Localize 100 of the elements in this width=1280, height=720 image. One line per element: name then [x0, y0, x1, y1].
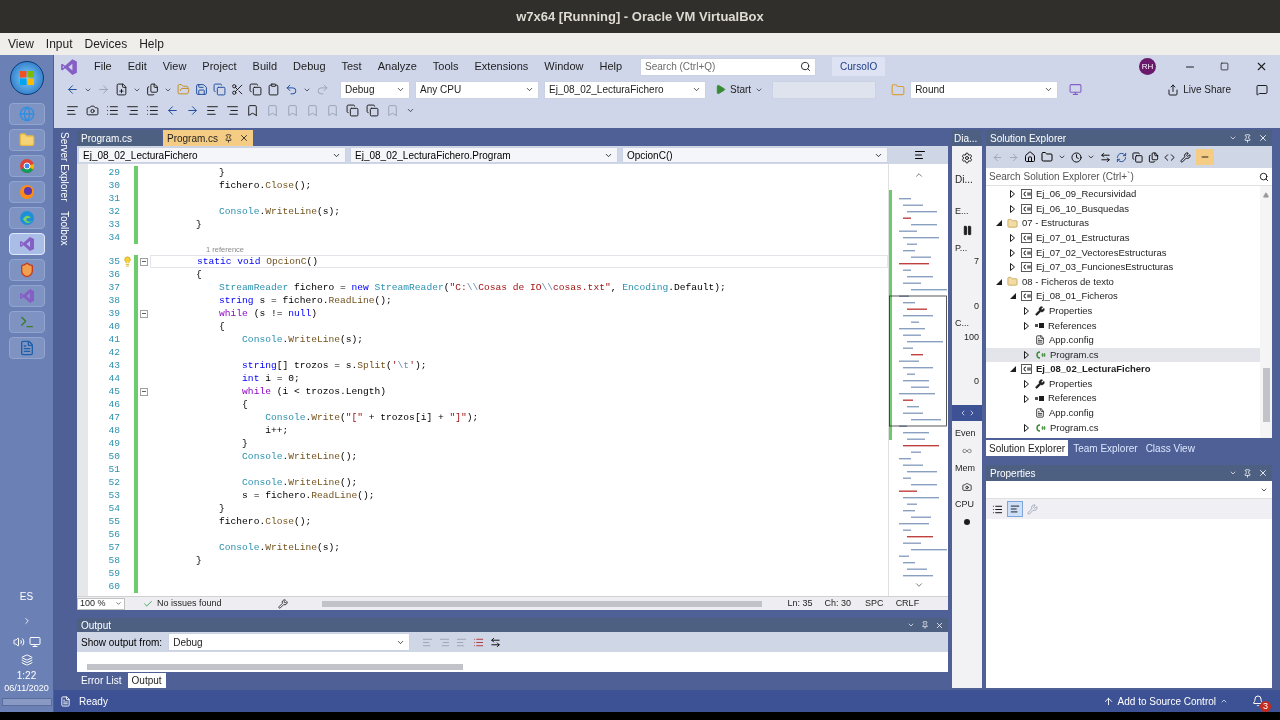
menu-item[interactable]: Extensions [466, 56, 537, 77]
tree-item[interactable]: Ej_07_01_Estructuras [986, 230, 1260, 246]
pin-icon[interactable] [1243, 468, 1252, 478]
caret-icon[interactable] [1229, 134, 1237, 142]
panel-tab[interactable]: Solution Explorer [986, 440, 1069, 456]
menu-item[interactable]: Test [333, 56, 370, 77]
menu-item[interactable]: Tools [424, 56, 467, 77]
menu-item[interactable]: View [3, 35, 39, 53]
clipboard-icon[interactable] [267, 83, 280, 96]
tree-item[interactable]: Ej_08_01_Ficheros [986, 289, 1260, 304]
back-icon[interactable] [66, 83, 79, 96]
zoom-dropdown[interactable]: 100 % [77, 597, 125, 610]
taskbar-button[interactable] [8, 129, 45, 151]
collapsed-arrow-icon[interactable] [1010, 248, 1015, 257]
start-button[interactable]: Start [711, 80, 768, 99]
diagnostics-tab[interactable]: Even [952, 426, 982, 440]
collapse-icon[interactable] [140, 257, 148, 266]
camera-icon[interactable] [962, 481, 972, 492]
panel-tab[interactable]: Output [127, 673, 166, 688]
monitor-icon[interactable] [28, 636, 41, 648]
editor-tab[interactable]: Program.cs [77, 130, 161, 146]
scrollbar-thumb[interactable] [1262, 368, 1270, 422]
close-icon[interactable] [239, 133, 250, 143]
menu-item[interactable]: Project [194, 56, 245, 77]
section-heading[interactable]: C... [952, 317, 982, 331]
search-field[interactable]: Search Solution Explorer (Ctrl+`) [986, 168, 1272, 186]
section-heading[interactable]: P... [952, 241, 982, 255]
caret-icon[interactable] [1087, 153, 1095, 161]
navigation-dropdown[interactable]: OpcionC() [622, 147, 888, 163]
collapsed-arrow-icon[interactable] [1010, 263, 1015, 272]
scroll-up-icon[interactable] [1263, 192, 1269, 198]
sync-icon[interactable] [1100, 151, 1111, 163]
output-source-dropdown[interactable]: Debug [168, 633, 411, 651]
menu-item[interactable]: Help [591, 56, 631, 77]
infinity-icon[interactable] [962, 446, 972, 456]
tree-item[interactable]: 07 - Estructuras [986, 216, 1260, 231]
taskbar-button[interactable] [8, 259, 45, 281]
pause-icon[interactable] [961, 224, 973, 236]
snapshot-icon[interactable] [86, 104, 99, 117]
collapsed-arrow-icon[interactable] [1010, 234, 1015, 243]
menu-item[interactable]: Window [536, 56, 592, 77]
tree-item[interactable]: 08 - Ficheros de texto [986, 274, 1260, 290]
tree-item[interactable]: References [986, 318, 1260, 333]
pin-icon[interactable] [921, 621, 929, 629]
categorized-icon[interactable] [992, 503, 1003, 515]
side-tab[interactable]: Toolbox [57, 211, 72, 246]
collapse-icon[interactable] [140, 309, 148, 318]
collapsed-arrow-icon[interactable] [1024, 307, 1029, 316]
tree-item[interactable]: References [986, 391, 1260, 406]
scissors-icon[interactable] [231, 83, 244, 96]
feedback-icon[interactable] [1256, 83, 1268, 96]
device-icon[interactable] [1069, 83, 1083, 96]
diagnostics-tab[interactable]: Mem [952, 462, 982, 476]
collapsed-arrow-icon[interactable] [1024, 423, 1029, 432]
menu-item[interactable]: File [86, 56, 120, 77]
alphabetical-toggle[interactable] [1007, 501, 1023, 517]
tree-item[interactable]: Ej_07_03_FuncionesEstructuras [986, 259, 1260, 275]
menu-item[interactable]: Help [134, 35, 169, 53]
speaker-icon[interactable] [12, 636, 25, 648]
pin-icon[interactable] [224, 133, 234, 143]
expanded-arrow-icon[interactable] [995, 220, 1002, 227]
solution-name-button[interactable]: CursoIO [832, 57, 886, 76]
section-heading[interactable]: E... [952, 205, 982, 219]
diagnostics-tab[interactable]: CPU [952, 497, 982, 511]
tree-item[interactable]: Ej_06_09_Recursividad [986, 187, 1260, 202]
collapsed-arrow-icon[interactable] [1024, 321, 1029, 330]
vertical-scrollbar[interactable] [1260, 186, 1272, 438]
caret-icon[interactable] [1229, 469, 1237, 477]
collapsed-arrow-icon[interactable] [1024, 380, 1029, 388]
add-item-icon[interactable] [146, 83, 159, 96]
language-indicator[interactable]: ES [19, 589, 34, 604]
save-icon[interactable] [195, 83, 208, 96]
panel-tab[interactable]: Error List [77, 673, 126, 688]
tree-item[interactable]: Ej_07_02_VectoresEstructuras [986, 245, 1260, 260]
expanded-arrow-icon[interactable] [1009, 366, 1016, 373]
tree-item[interactable]: Program.cs [986, 420, 1260, 436]
close-icon[interactable] [1258, 468, 1268, 478]
source-control-button[interactable]: Add to Source Control [1102, 693, 1228, 709]
outdent-icon[interactable] [166, 104, 179, 117]
overflow-icon[interactable] [406, 106, 415, 115]
live-share-button[interactable]: Live Share [1167, 82, 1231, 97]
close-icon[interactable] [1255, 60, 1268, 73]
configuration-dropdown[interactable]: Debug [340, 80, 410, 99]
horizontal-scrollbar[interactable] [321, 600, 762, 607]
caret-icon[interactable] [1058, 153, 1066, 161]
expanded-arrow-icon[interactable] [1009, 293, 1016, 300]
clock-time[interactable]: 1:22 [16, 670, 37, 682]
editor-tab[interactable]: Program.cs [163, 130, 254, 146]
home-icon[interactable] [1024, 151, 1036, 163]
tree-item[interactable]: Program.cs [986, 347, 1260, 363]
collapsed-arrow-icon[interactable] [1024, 394, 1029, 403]
side-tab[interactable]: Server Explorer [57, 132, 72, 202]
panel-tab[interactable]: Class View [1142, 440, 1198, 456]
horizontal-scrollbar[interactable] [87, 664, 463, 670]
collapsed-arrow-icon[interactable] [1010, 190, 1015, 199]
collapsed-arrow-icon[interactable] [1010, 204, 1015, 213]
search-field[interactable]: Search (Ctrl+Q) [640, 57, 817, 76]
collapse-icon[interactable] [140, 387, 148, 396]
clear-all-icon[interactable] [473, 636, 485, 648]
caret-icon[interactable] [907, 621, 915, 629]
